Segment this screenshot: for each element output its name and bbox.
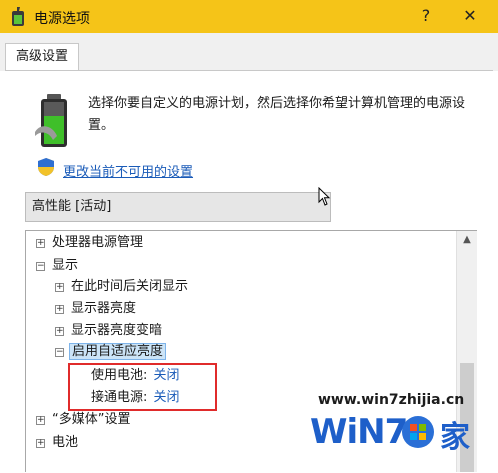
expand-icon[interactable]: +: [55, 283, 64, 292]
highlight-annotation: [68, 363, 217, 411]
tree-item-battery[interactable]: + 电池: [36, 433, 78, 453]
expand-icon[interactable]: +: [55, 327, 64, 336]
watermark-url: www.win7zhijia.cn: [318, 392, 465, 408]
window-title: 电源选项: [34, 11, 90, 27]
expand-icon[interactable]: +: [36, 239, 45, 248]
expand-icon[interactable]: +: [55, 305, 64, 314]
tree-item-turn-off-display-after[interactable]: + 在此时间后关闭显示: [55, 277, 188, 297]
scroll-up-button[interactable]: ▲: [457, 231, 477, 249]
watermark-suffix: 家: [440, 420, 470, 455]
collapse-icon[interactable]: −: [36, 262, 45, 271]
tab-advanced-settings[interactable]: 高级设置: [5, 43, 79, 71]
power-options-icon: [12, 7, 24, 26]
help-button[interactable]: ?: [412, 3, 440, 29]
tree-item-display[interactable]: − 显示: [36, 256, 78, 276]
battery-plan-icon: [35, 94, 67, 147]
watermark-brand: WiN7: [310, 412, 408, 452]
tree-item-adaptive-brightness[interactable]: − 启用自适应亮度: [55, 342, 167, 362]
expand-icon[interactable]: +: [36, 439, 45, 448]
tree-item-processor-power[interactable]: + 处理器电源管理: [36, 233, 143, 253]
expand-icon[interactable]: +: [36, 416, 45, 425]
change-unavailable-settings-link[interactable]: 更改当前不可用的设置: [63, 161, 193, 180]
windows-logo-icon: [402, 416, 434, 448]
plan-description: 选择你要自定义的电源计划，然后选择你希望计算机管理的电源设置。: [88, 96, 466, 133]
close-button[interactable]: ✕: [450, 3, 490, 29]
tab-strip: 高级设置: [0, 33, 498, 71]
tree-item-display-brightness[interactable]: + 显示器亮度: [55, 299, 136, 319]
mouse-cursor-icon: [318, 187, 331, 206]
uac-shield-icon: [38, 158, 54, 176]
power-plan-dropdown[interactable]: 高性能 [活动]: [25, 192, 331, 222]
tree-item-dimmed-brightness[interactable]: + 显示器亮度变暗: [55, 321, 162, 341]
collapse-icon[interactable]: −: [55, 348, 64, 357]
title-bar: 电源选项 ? ✕: [0, 0, 498, 33]
selected-tree-label: 启用自适应亮度: [69, 343, 167, 360]
tree-item-multimedia[interactable]: + “多媒体”设置: [36, 410, 130, 430]
